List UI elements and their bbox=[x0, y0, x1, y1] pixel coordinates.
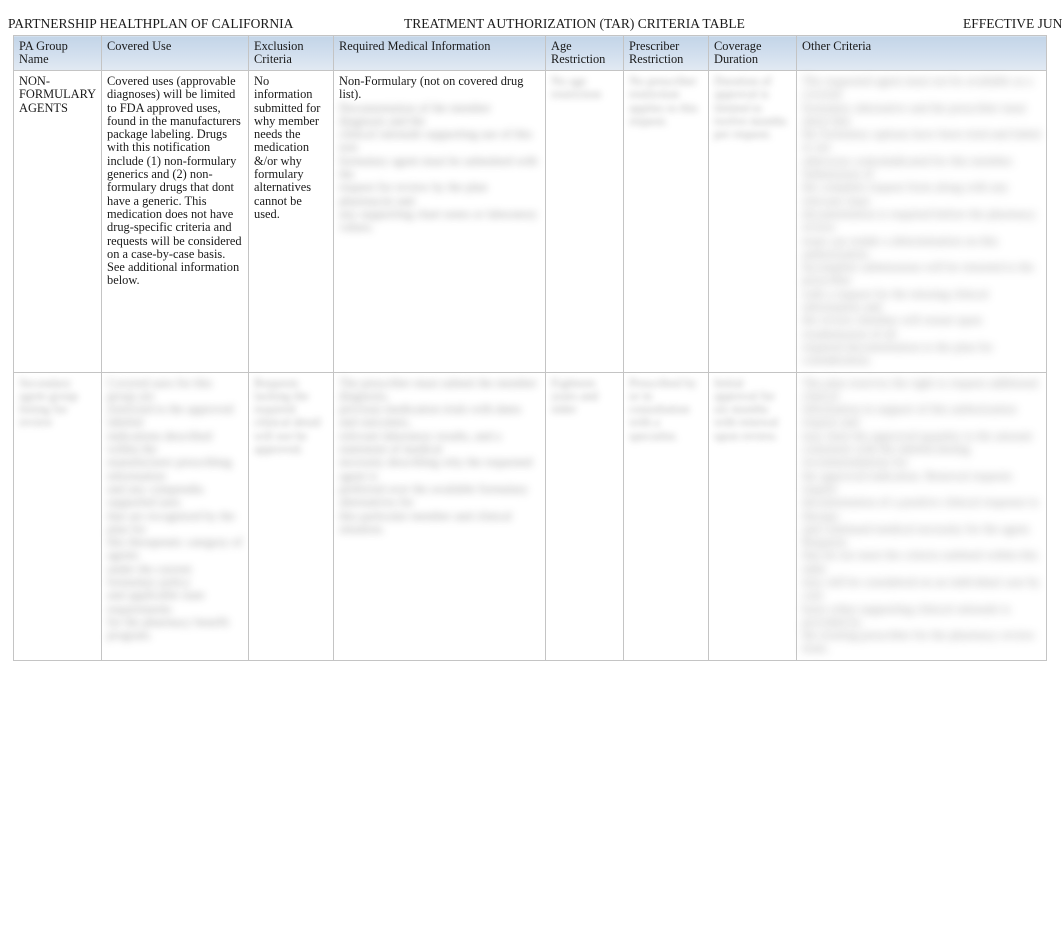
cell-coverage-duration: Duration of approval is limited to twelv… bbox=[708, 70, 797, 373]
document-header: PARTNERSHIP HEALTHPLAN OF CALIFORNIA TRE… bbox=[0, 13, 1062, 35]
column-header-line-1: Covered Use bbox=[107, 39, 172, 53]
redacted-prescriber-restriction: Prescribed by or in consultation with a … bbox=[629, 375, 703, 443]
cell-age-restriction: Eighteen years and older bbox=[545, 371, 624, 661]
redacted-text: The requested agent must not be availabl… bbox=[802, 74, 1041, 368]
column-header-exclusion-criteria: Exclusion Criteria bbox=[248, 35, 334, 71]
redacted-other-criteria: The requested agent must not be availabl… bbox=[802, 74, 1041, 368]
cell-covered-use: Covered uses (approvable diagnoses) will… bbox=[101, 70, 249, 373]
column-header-required-medical-information: Required Medical Information bbox=[333, 35, 546, 71]
redacted-text: Secondary agent group listing for review bbox=[19, 375, 78, 430]
redacted-text: Initial approval for six months with ren… bbox=[714, 375, 779, 443]
cell-pa-group-name: NON-FORMULARY AGENTS bbox=[13, 70, 102, 373]
redacted-covered-use: Covered uses for this group are restrict… bbox=[107, 375, 243, 643]
column-header-line-2: Restriction bbox=[629, 52, 684, 66]
covered-use-text: Covered uses (approvable diagnoses) will… bbox=[107, 74, 242, 288]
column-header-line-1: Other Criteria bbox=[802, 39, 872, 53]
column-header-line-2: Restriction bbox=[551, 52, 606, 66]
cell-required-medical-information: Non-Formulary (not on covered drug list)… bbox=[333, 70, 546, 373]
redacted-text: No age restriction bbox=[551, 74, 602, 102]
cell-other-criteria: The plan reserves the right to request a… bbox=[796, 371, 1047, 661]
redacted-age-restriction: Eighteen years and older bbox=[551, 375, 618, 417]
tar-criteria-table: PA Group Name Covered Use Exclusion Crit… bbox=[13, 35, 1047, 661]
redacted-text: Requests lacking the required clinical d… bbox=[254, 375, 322, 457]
cell-exclusion-criteria: No information submitted for why member … bbox=[248, 70, 334, 373]
table-row: NON-FORMULARY AGENTS Covered uses (appro… bbox=[13, 70, 1047, 373]
cell-prescriber-restriction: Prescribed by or in consultation with a … bbox=[623, 371, 709, 661]
table-row: Secondary agent group listing for review… bbox=[13, 371, 1047, 661]
redacted-text: Prescribed by or in consultation with a … bbox=[629, 375, 697, 443]
column-header-line-1: Required Medical Information bbox=[339, 39, 491, 53]
required-medical-information-text: Non-Formulary (not on covered drug list)… bbox=[339, 74, 524, 102]
cell-age-restriction: No age restriction bbox=[545, 70, 624, 373]
cell-coverage-duration: Initial approval for six months with ren… bbox=[708, 371, 797, 661]
redacted-text: Covered uses for this group are restrict… bbox=[107, 375, 243, 643]
redacted-required-medical-information: The prescriber must submit the member di… bbox=[339, 375, 540, 537]
pa-group-name-text: NON-FORMULARY AGENTS bbox=[19, 74, 96, 115]
column-header-coverage-duration: Coverage Duration bbox=[708, 35, 797, 71]
redacted-coverage-duration: Duration of approval is limited to twelv… bbox=[714, 74, 791, 142]
column-header-age-restriction: Age Restriction bbox=[545, 35, 624, 71]
column-header-line-2: Duration bbox=[714, 52, 759, 66]
cell-pa-group-name: Secondary agent group listing for review bbox=[13, 371, 102, 661]
cell-covered-use: Covered uses for this group are restrict… bbox=[101, 371, 249, 661]
cell-prescriber-restriction: No prescriber restriction applies to thi… bbox=[623, 70, 709, 373]
redacted-text: Duration of approval is limited to twelv… bbox=[714, 74, 787, 142]
redacted-required-medical-information: Documentation of the member diagnosis an… bbox=[339, 100, 540, 235]
column-header-other-criteria: Other Criteria bbox=[796, 35, 1047, 71]
redacted-text: Eighteen years and older bbox=[551, 375, 599, 417]
column-header-line-2: Name bbox=[19, 52, 49, 66]
column-header-line-2: Criteria bbox=[254, 52, 292, 66]
redacted-other-criteria: The plan reserves the right to request a… bbox=[802, 375, 1041, 656]
redacted-text: No prescriber restriction applies to thi… bbox=[629, 74, 698, 128]
cell-exclusion-criteria: Requests lacking the required clinical d… bbox=[248, 371, 334, 661]
redacted-text: The plan reserves the right to request a… bbox=[802, 375, 1041, 656]
header-document-title: TREATMENT AUTHORIZATION (TAR) CRITERIA T… bbox=[404, 16, 745, 31]
redacted-age-restriction: No age restriction bbox=[551, 74, 618, 102]
redacted-exclusion-criteria: Requests lacking the required clinical d… bbox=[254, 375, 328, 457]
redacted-text: The prescriber must submit the member di… bbox=[339, 375, 537, 536]
cell-required-medical-information: The prescriber must submit the member di… bbox=[333, 371, 546, 661]
cell-other-criteria: The requested agent must not be availabl… bbox=[796, 70, 1047, 373]
exclusion-criteria-text: No information submitted for why member … bbox=[254, 74, 321, 221]
redacted-pa-group-name: Secondary agent group listing for review bbox=[19, 375, 96, 430]
redacted-prescriber-restriction: No prescriber restriction applies to thi… bbox=[629, 74, 703, 128]
redacted-text: Documentation of the member diagnosis an… bbox=[339, 100, 538, 235]
redacted-coverage-duration: Initial approval for six months with ren… bbox=[714, 375, 791, 443]
column-header-pa-group-name: PA Group Name bbox=[13, 35, 102, 71]
table-header-row: PA Group Name Covered Use Exclusion Crit… bbox=[13, 35, 1047, 71]
column-header-prescriber-restriction: Prescriber Restriction bbox=[623, 35, 709, 71]
column-header-covered-use: Covered Use bbox=[101, 35, 249, 71]
header-effective-date: EFFECTIVE JUNE 1, 2 bbox=[963, 16, 1062, 31]
header-organization-name: PARTNERSHIP HEALTHPLAN OF CALIFORNIA bbox=[8, 16, 294, 31]
